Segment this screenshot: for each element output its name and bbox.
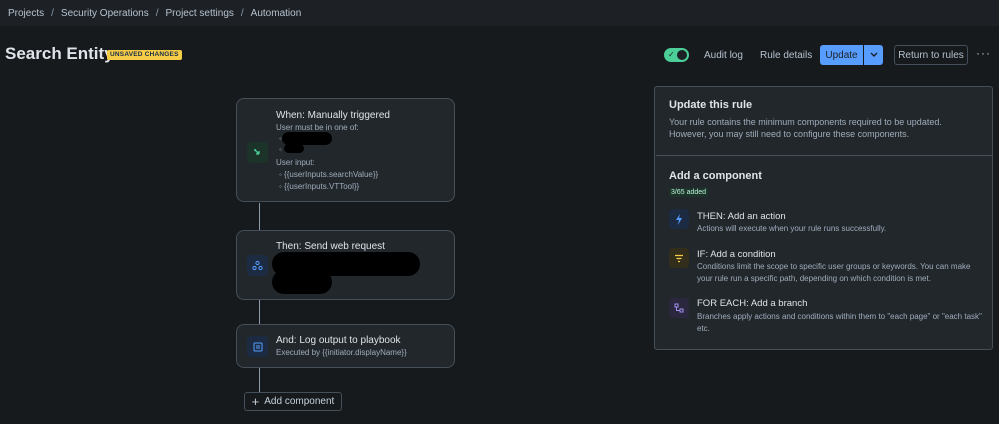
breadcrumb: Projects / Security Operations / Project…	[0, 0, 999, 26]
breadcrumb-separator: /	[155, 7, 159, 19]
log-output-detail: Executed by {{initiator.displayName}}	[276, 348, 407, 357]
web-request-title: Then: Send web request	[276, 241, 385, 252]
add-branch-option[interactable]: FOR EACH: Add a branch	[697, 298, 807, 309]
filter-icon	[669, 248, 689, 268]
manual-trigger-icon	[247, 142, 268, 163]
add-action-description: Actions will execute when your rule runs…	[697, 224, 887, 233]
flow-connector	[259, 300, 260, 324]
group-bullet: ◦	[279, 145, 282, 154]
rule-enabled-toggle[interactable]: ✓	[664, 48, 689, 62]
user-input-item: ◦ {{userInputs.searchValue}}	[279, 170, 379, 179]
log-icon	[247, 336, 268, 357]
plus-icon: +	[251, 394, 260, 409]
user-input-item: ◦ {{userInputs.VTTool}}	[279, 182, 360, 191]
breadcrumb-project-settings[interactable]: Project settings	[166, 8, 234, 19]
update-button[interactable]: Update	[820, 45, 863, 65]
toggle-knob	[677, 50, 687, 60]
breadcrumb-projects[interactable]: Projects	[8, 8, 44, 19]
add-component-label: Add component	[264, 396, 335, 407]
webhook-icon	[247, 255, 268, 276]
add-component-title: Add a component	[669, 170, 762, 182]
breadcrumb-separator: /	[51, 7, 54, 19]
lightning-icon	[669, 209, 689, 229]
add-action-option[interactable]: THEN: Add an action	[697, 211, 786, 222]
more-options-icon[interactable]: ···	[976, 46, 991, 60]
add-branch-description: Branches apply actions and conditions wi…	[697, 312, 982, 333]
redacted-block	[272, 270, 332, 294]
update-rule-panel: Update this rule Your rule contains the …	[654, 86, 993, 350]
panel-description: Your rule contains the minimum component…	[669, 117, 942, 139]
added-count-badge: 3/65 added	[669, 188, 709, 197]
branch-icon	[669, 298, 689, 318]
redacted-block	[284, 144, 304, 153]
add-component-button[interactable]: + Add component	[244, 392, 342, 411]
user-input-label: User input:	[276, 158, 315, 167]
audit-log-button[interactable]: Audit log	[704, 46, 743, 65]
log-output-title: And: Log output to playbook	[276, 335, 401, 346]
trigger-card[interactable]: When: Manually triggered User must be in…	[236, 98, 455, 202]
check-icon: ✓	[668, 50, 675, 59]
rule-details-button[interactable]: Rule details	[760, 46, 812, 65]
flow-connector	[259, 203, 260, 230]
page-title: Search Entity	[5, 44, 114, 63]
return-to-rules-button[interactable]: Return to rules	[894, 45, 968, 65]
trigger-title: When: Manually triggered	[276, 110, 390, 121]
chevron-down-icon	[870, 52, 877, 57]
breadcrumb-automation[interactable]: Automation	[251, 8, 302, 19]
flow-connector	[259, 368, 260, 392]
add-condition-description: Conditions limit the scope to specific u…	[697, 262, 971, 283]
unsaved-changes-badge: UNSAVED CHANGES	[107, 50, 182, 60]
breadcrumb-separator: /	[240, 7, 244, 19]
panel-title: Update this rule	[669, 99, 753, 111]
divider	[656, 155, 993, 156]
breadcrumb-security-operations[interactable]: Security Operations	[61, 8, 149, 19]
trigger-condition-label: User must be in one of:	[276, 123, 359, 132]
add-condition-option[interactable]: IF: Add a condition	[697, 249, 776, 260]
update-dropdown-button[interactable]	[864, 45, 883, 65]
log-output-card[interactable]: And: Log output to playbook Executed by …	[236, 324, 455, 368]
